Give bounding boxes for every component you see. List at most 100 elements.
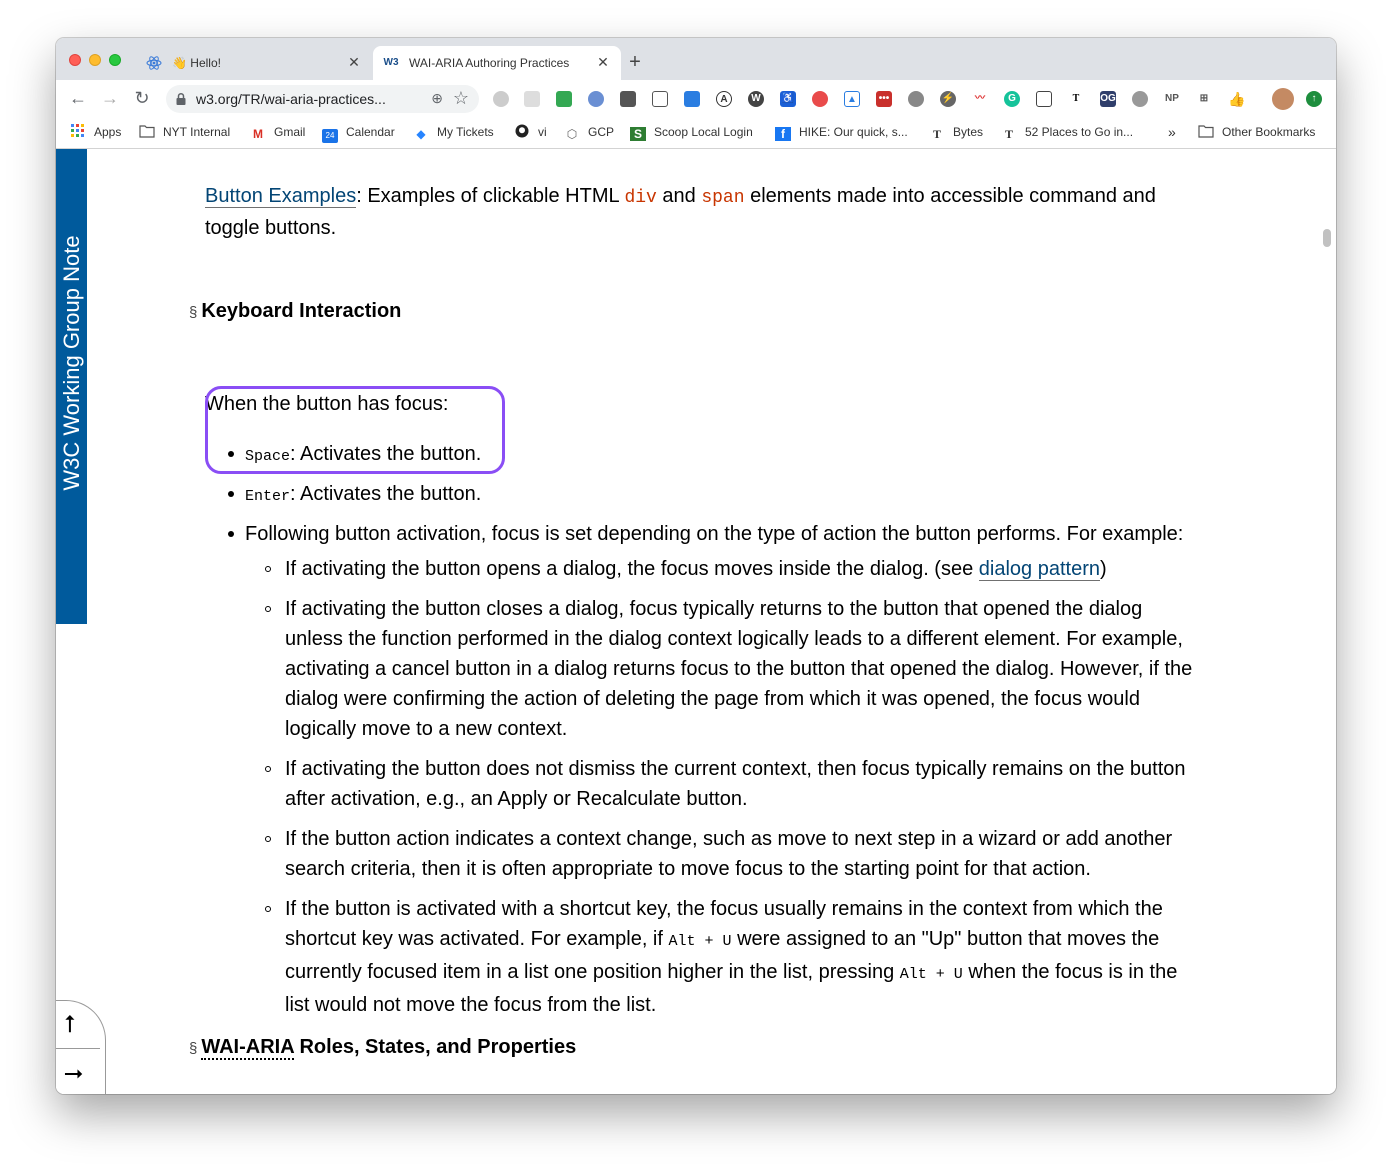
bookmark-my-tickets[interactable]: ◆ My Tickets xyxy=(413,123,494,141)
dialog-pattern-link[interactable]: dialog pattern xyxy=(978,558,1100,581)
keyboard-interaction-heading: § Keyboard Interaction xyxy=(189,298,401,326)
back-arrow-icon[interactable]: ← xyxy=(66,87,90,109)
extension-icon[interactable]: A xyxy=(716,91,732,107)
extension-icon[interactable]: ⊞ xyxy=(1196,91,1212,107)
arrow-right-icon[interactable]: ⭢ xyxy=(64,1061,83,1085)
new-tab-button[interactable]: + xyxy=(624,51,646,73)
bookmark-vi[interactable]: vi xyxy=(514,123,547,141)
extension-icon[interactable] xyxy=(556,91,572,107)
bookmark-label: Bytes xyxy=(953,125,984,139)
tab-title: 👋 Hello! xyxy=(172,56,221,70)
bookmark-gcp[interactable]: ⬡ GCP xyxy=(564,123,614,141)
extension-icon[interactable]: 〰 xyxy=(972,91,988,107)
eyedropper-icon[interactable] xyxy=(620,91,636,107)
text-line: If activating the button closes a dialog… xyxy=(285,598,1143,620)
close-window-button[interactable] xyxy=(69,54,81,66)
extension-icon[interactable]: ⚡ xyxy=(940,91,956,107)
text: : Activates the button. xyxy=(290,483,482,505)
bookmark-bytes[interactable]: T Bytes xyxy=(929,123,983,141)
text-line: search criteria, then it is often approp… xyxy=(285,858,1091,880)
apps-grid-icon xyxy=(70,124,86,138)
bookmark-52-places[interactable]: T 52 Places to Go in... xyxy=(1001,123,1133,141)
calendar-icon: 24 xyxy=(322,129,338,143)
bullet xyxy=(228,451,234,457)
zoom-icon[interactable]: ⊕ xyxy=(431,90,443,107)
extension-icon[interactable] xyxy=(493,91,509,107)
bookmark-gmail[interactable]: M Gmail xyxy=(250,123,305,141)
key-space: Space xyxy=(245,448,291,465)
nyt-icon[interactable]: T xyxy=(1068,91,1084,107)
floating-nav: ⭡ ⭢ xyxy=(56,1000,106,1094)
bookmark-star-icon[interactable]: ☆ xyxy=(453,88,469,109)
text-line: shortcut key was activated. For example,… xyxy=(285,924,1177,957)
bookmarks-overflow-button[interactable]: » xyxy=(1168,123,1176,141)
bookmark-apps[interactable]: Apps xyxy=(70,123,121,141)
forward-arrow-icon[interactable]: → xyxy=(98,87,122,109)
w3c-status-banner[interactable]: W3C Working Group Note xyxy=(56,149,87,624)
list-item-following: Following button activation, focus is se… xyxy=(245,523,1184,545)
scoop-icon: S xyxy=(630,127,646,141)
extension-icon[interactable] xyxy=(908,91,924,107)
button-examples-link[interactable]: Button Examples xyxy=(205,185,357,208)
tab-wai-aria[interactable]: W3 WAI-ARIA Authoring Practices ✕ xyxy=(373,46,621,80)
gcp-icon: ⬡ xyxy=(566,127,578,141)
extension-icon[interactable] xyxy=(684,91,700,107)
key-alt-u: Alt + U xyxy=(668,933,732,950)
section-anchor[interactable]: § xyxy=(189,1040,197,1057)
minimize-window-button[interactable] xyxy=(89,54,101,66)
heading-text: Roles, States, and Properties xyxy=(293,1036,577,1058)
thumbs-up-icon[interactable]: 👍 xyxy=(1228,91,1245,107)
text-line: after activation, e.g., an Apply or Reca… xyxy=(285,788,748,810)
bookmark-label: vi xyxy=(538,125,547,139)
extension-icon[interactable] xyxy=(812,91,828,107)
bookmark-label: My Tickets xyxy=(437,125,494,139)
extension-icon[interactable]: ••• xyxy=(876,91,892,107)
sub-bullet xyxy=(265,836,271,842)
pocket-icon[interactable] xyxy=(1036,91,1052,107)
scrollbar-thumb[interactable] xyxy=(1323,229,1331,247)
extension-icon[interactable] xyxy=(588,91,604,107)
maximize-window-button[interactable] xyxy=(109,54,121,66)
arrow-up-icon[interactable]: ⭡ xyxy=(64,1013,75,1037)
grammarly-icon[interactable]: G xyxy=(1004,91,1020,107)
close-tab-icon[interactable]: ✕ xyxy=(346,54,362,70)
text-line: currently focused item in a list one pos… xyxy=(285,957,1177,990)
reload-icon[interactable]: ↻ xyxy=(130,87,154,109)
folder-icon xyxy=(139,124,155,138)
bookmark-icon[interactable] xyxy=(652,91,668,107)
extension-icon[interactable]: NP xyxy=(1164,91,1180,107)
accessibility-icon[interactable]: ♿ xyxy=(780,91,796,107)
bullet xyxy=(228,531,234,537)
text-line: If the button action indicates a context… xyxy=(285,828,1173,850)
bookmark-label: NYT Internal xyxy=(163,125,231,139)
bookmark-label: Gmail xyxy=(274,125,306,139)
address-bar[interactable]: w3.org/TR/wai-aria-practices... ⊕ ☆ xyxy=(166,85,479,113)
avatar[interactable] xyxy=(1272,88,1294,110)
extension-icon[interactable]: OG xyxy=(1100,91,1116,107)
nyt-icon: T xyxy=(1004,127,1013,141)
sub-bullet xyxy=(265,606,271,612)
bookmarks-bar: Apps NYT Internal M Gmail 24 Calendar ◆ My … xyxy=(56,116,1336,149)
section-anchor[interactable]: § xyxy=(189,304,197,321)
extension-icon[interactable] xyxy=(1132,91,1148,107)
extension-icon[interactable]: ▲ xyxy=(844,91,860,107)
bookmark-nyt-internal[interactable]: NYT Internal xyxy=(139,123,230,141)
divider xyxy=(56,1048,100,1049)
lock-icon xyxy=(176,92,186,105)
key-enter: Enter xyxy=(245,488,291,505)
code-div: div xyxy=(624,188,657,208)
update-icon[interactable]: ↑ xyxy=(1306,91,1322,107)
bookmark-scoop[interactable]: S Scoop Local Login xyxy=(630,123,753,141)
text-line: logically move to a new context. xyxy=(285,718,568,740)
bookmark-hike[interactable]: f HIKE: Our quick, s... xyxy=(775,123,908,141)
bookmark-calendar[interactable]: 24 Calendar xyxy=(322,123,395,143)
bookmark-other[interactable]: Other Bookmarks xyxy=(1198,123,1315,141)
close-tab-icon[interactable]: ✕ xyxy=(595,54,611,70)
extension-icon[interactable] xyxy=(524,91,540,107)
bookmark-label: Scoop Local Login xyxy=(654,125,753,139)
extension-icon[interactable]: W xyxy=(748,91,764,107)
sub-item-context-change: If the button action indicates a context… xyxy=(285,824,1172,884)
sub-item-closes-dialog: If activating the button closes a dialog… xyxy=(285,594,1192,744)
tab-hello[interactable]: 👋 Hello! ✕ xyxy=(136,46,372,80)
text-line: If activating the button does not dismis… xyxy=(285,758,1186,780)
